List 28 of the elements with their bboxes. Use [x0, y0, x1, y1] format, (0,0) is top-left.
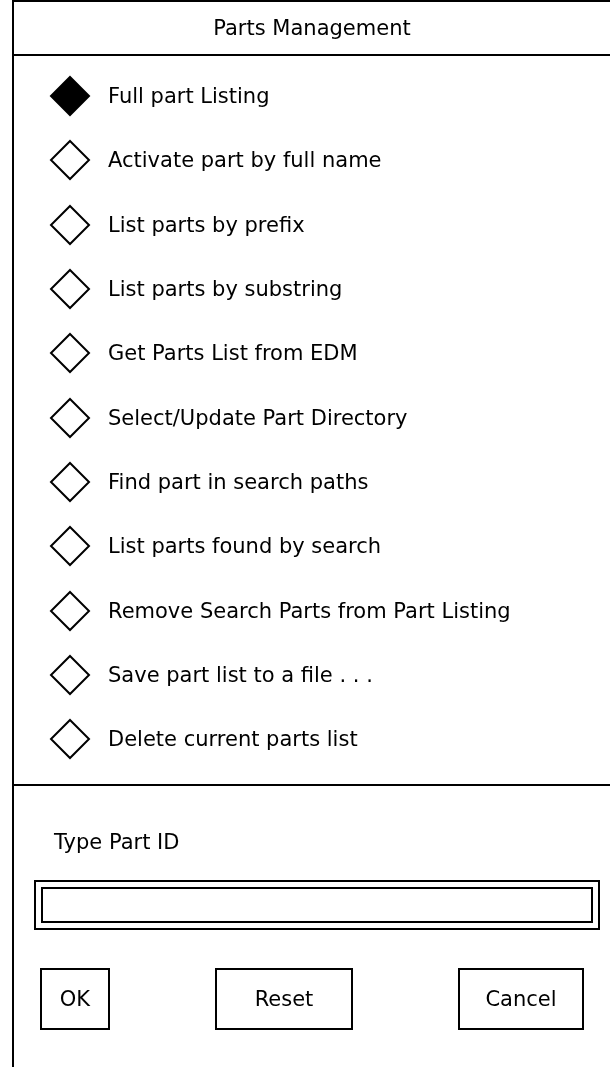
reset-button[interactable]: Reset: [215, 968, 353, 1030]
window-title: Parts Management: [213, 16, 411, 40]
radio-option[interactable]: Save part list to a file . . .: [14, 642, 610, 707]
radio-icon: [48, 652, 92, 697]
radio-option[interactable]: Get Parts List from EDM: [14, 321, 610, 386]
radio-icon: [48, 267, 92, 312]
radio-option[interactable]: List parts by prefix: [14, 192, 610, 257]
radio-icon: [48, 202, 92, 247]
radio-option[interactable]: Find part in search paths: [14, 449, 610, 515]
radio-selected-icon: [48, 74, 92, 119]
radio-icon: [48, 331, 92, 376]
radio-option[interactable]: Full part Listing: [14, 64, 610, 129]
radio-icon: [48, 459, 92, 504]
radio-option[interactable]: Activate part by full name: [14, 128, 610, 193]
radio-icon: [48, 395, 92, 440]
radio-icon: [48, 717, 92, 762]
part-id-field[interactable]: [34, 880, 600, 930]
radio-option[interactable]: List parts by substring: [14, 256, 610, 322]
ok-button[interactable]: OK: [40, 968, 110, 1030]
radio-option[interactable]: List parts found by search: [14, 514, 610, 579]
field-label: Type Part ID: [54, 830, 180, 854]
radio-option[interactable]: Remove Search Parts from Part Listing: [14, 578, 610, 643]
radio-icon: [48, 588, 92, 633]
radio-icon: [48, 138, 92, 183]
radio-option[interactable]: Delete current parts list: [14, 706, 610, 772]
radio-option[interactable]: Select/Update Part Directory: [14, 385, 610, 450]
cancel-button[interactable]: Cancel: [458, 968, 584, 1030]
radio-icon: [48, 524, 92, 569]
